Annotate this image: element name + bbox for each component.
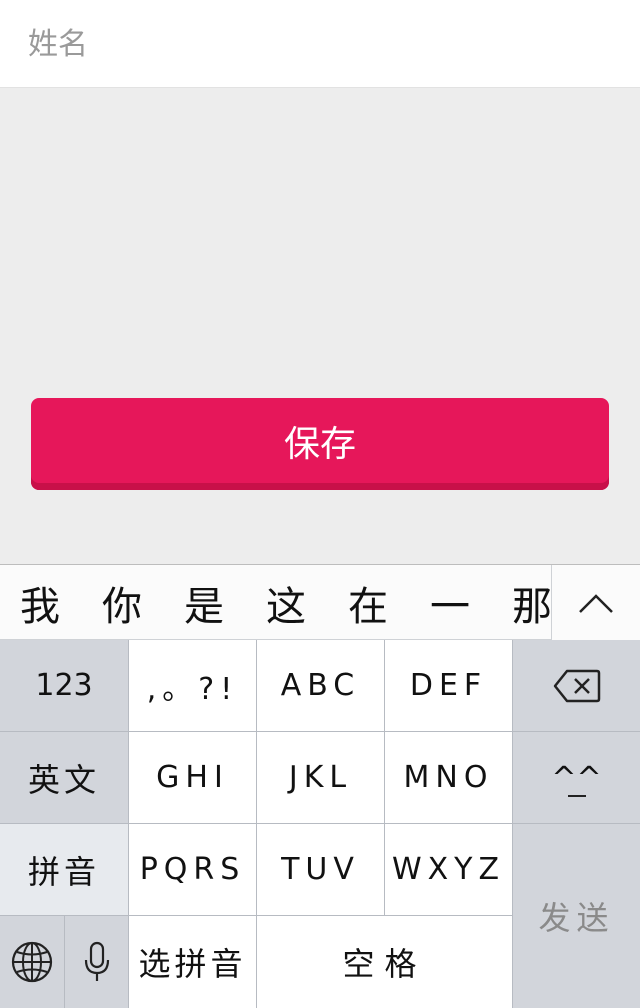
- candidate-item[interactable]: 这: [256, 565, 316, 641]
- name-input[interactable]: [28, 20, 608, 68]
- microphone-key[interactable]: [65, 916, 128, 1008]
- key-divider: [0, 731, 640, 732]
- candidate-item[interactable]: 是: [174, 565, 234, 641]
- numbers-key[interactable]: 123: [0, 640, 128, 731]
- emoticon-underline: [567, 794, 586, 797]
- chevron-up-icon: [579, 594, 613, 613]
- punctuation-key[interactable]: ,。?!: [129, 640, 256, 731]
- ghi-key[interactable]: GHI: [129, 732, 256, 823]
- candidate-item[interactable]: 在: [338, 565, 398, 641]
- mno-key[interactable]: MNO: [385, 732, 512, 823]
- send-key[interactable]: 发送: [513, 824, 640, 1008]
- jkl-key[interactable]: JKL: [257, 732, 384, 823]
- backspace-icon: [553, 669, 600, 702]
- space-key[interactable]: 空格: [257, 916, 512, 1008]
- expand-candidates-button[interactable]: [551, 565, 640, 641]
- delete-key[interactable]: [513, 640, 640, 731]
- key-divider: [512, 640, 513, 1008]
- pinyin-key[interactable]: 拼音: [0, 824, 128, 915]
- candidate-item[interactable]: 一: [420, 565, 480, 641]
- candidate-item[interactable]: 那: [502, 565, 550, 641]
- candidate-bar: 我 你 是 这 在 一 那: [0, 564, 640, 641]
- globe-icon: [11, 941, 53, 983]
- key-divider: [64, 916, 65, 1008]
- save-button[interactable]: 保存: [31, 398, 609, 490]
- wxyz-key[interactable]: WXYZ: [385, 824, 512, 915]
- candidate-item[interactable]: 我: [10, 565, 70, 641]
- pqrs-key[interactable]: PQRS: [129, 824, 256, 915]
- candidate-item[interactable]: 你: [92, 565, 152, 641]
- key-divider: [128, 640, 129, 1008]
- def-key[interactable]: DEF: [385, 640, 512, 731]
- key-divider: [384, 640, 385, 916]
- name-field-row: [0, 0, 640, 88]
- select-pinyin-key[interactable]: 选拼音: [129, 916, 256, 1008]
- abc-key[interactable]: ABC: [257, 640, 384, 731]
- emoticon-key[interactable]: ^^: [513, 732, 640, 823]
- tuv-key[interactable]: TUV: [257, 824, 384, 915]
- microphone-icon: [84, 941, 109, 981]
- english-key[interactable]: 英文: [0, 732, 128, 823]
- key-divider: [0, 823, 640, 824]
- keyboard: 我 你 是 这 在 一 那 123 ,。?! ABC DEF 英文 GHI JK…: [0, 564, 640, 1008]
- key-divider: [256, 640, 257, 1008]
- globe-key[interactable]: [0, 916, 64, 1008]
- emoticon-label: ^^: [551, 760, 602, 796]
